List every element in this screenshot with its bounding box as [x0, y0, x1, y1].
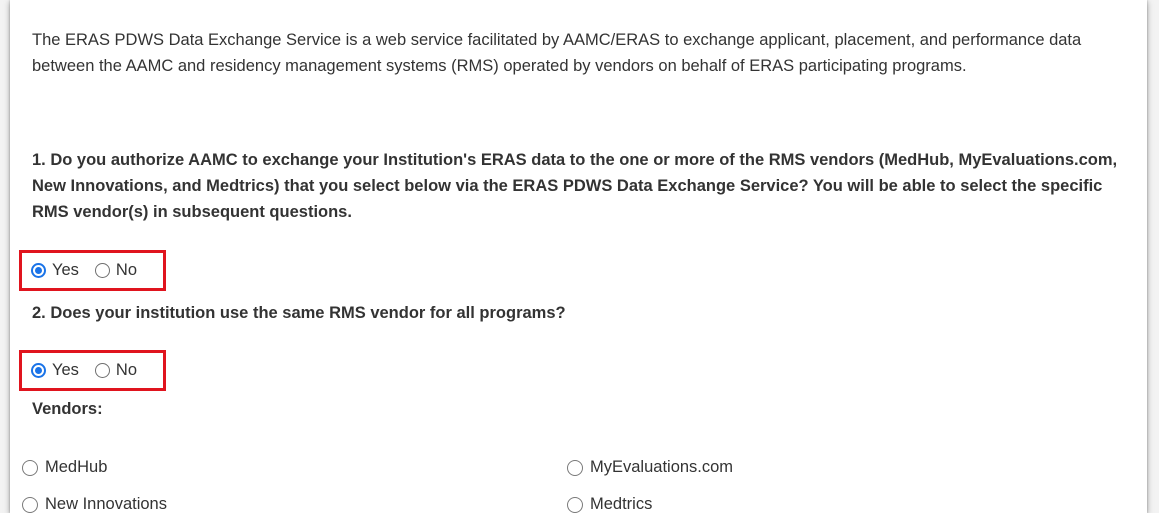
vendor-label: MyEvaluations.com	[590, 458, 734, 476]
vendors-label: Vendors:	[32, 400, 103, 418]
form-card: The ERAS PDWS Data Exchange Service is a…	[10, 0, 1147, 513]
vendor-label: New Innovations	[45, 495, 167, 513]
vendor-option-myevaluations[interactable]: MyEvaluations.com	[567, 458, 733, 477]
question-2-options: Yes No	[19, 350, 166, 391]
question-2-no-option[interactable]: No	[94, 361, 138, 380]
question-1-options: Yes No	[19, 250, 166, 291]
question-1-yes-option[interactable]: Yes	[31, 261, 79, 280]
radio-checked-icon[interactable]	[31, 263, 46, 278]
question-1-yes-label: Yes	[52, 261, 79, 279]
vendor-label: MedHub	[45, 458, 108, 476]
vendor-option-new-innovations[interactable]: New Innovations	[22, 495, 167, 513]
radio-unchecked-icon[interactable]	[22, 496, 38, 513]
radio-unchecked-icon[interactable]	[567, 459, 583, 476]
question-2-yes-label: Yes	[52, 361, 79, 379]
vendor-option-medhub[interactable]: MedHub	[22, 458, 107, 477]
question-2-yes-option[interactable]: Yes	[31, 361, 79, 380]
radio-unchecked-icon[interactable]	[94, 263, 110, 278]
vendor-label: Medtrics	[590, 495, 653, 513]
radio-checked-icon[interactable]	[31, 363, 46, 378]
radio-unchecked-icon[interactable]	[94, 363, 110, 378]
question-1-no-option[interactable]: No	[94, 261, 138, 280]
question-2-text: 2. Does your institution use the same RM…	[32, 304, 566, 322]
question-1-text: 1. Do you authorize AAMC to exchange you…	[32, 151, 1118, 221]
question-1-no-label: No	[115, 261, 138, 279]
vendor-option-medtrics[interactable]: Medtrics	[567, 495, 652, 513]
radio-unchecked-icon[interactable]	[22, 459, 38, 476]
radio-unchecked-icon[interactable]	[567, 496, 583, 513]
question-2-no-label: No	[115, 361, 138, 379]
intro-text: The ERAS PDWS Data Exchange Service is a…	[32, 31, 1082, 75]
